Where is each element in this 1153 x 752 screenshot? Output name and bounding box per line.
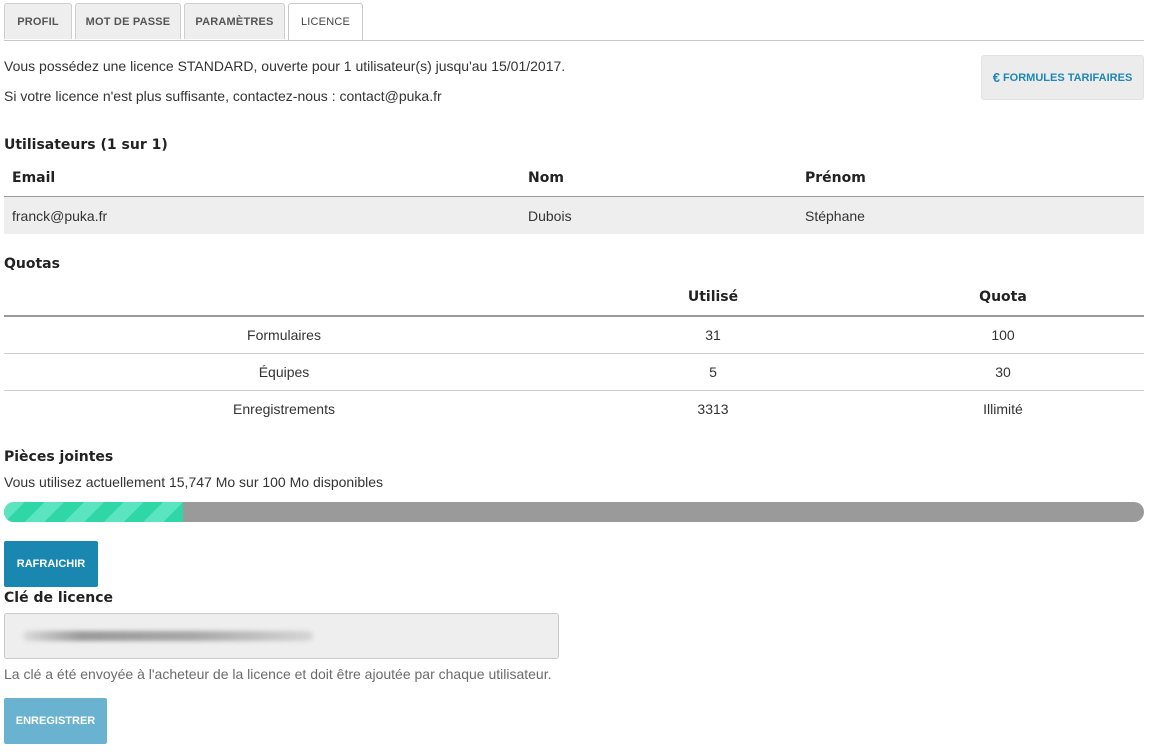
- quota-label-enregistrements: Enregistrements: [233, 401, 335, 417]
- attachments-title: Pièces jointes: [4, 449, 114, 465]
- users-col-prenom: Prénom: [805, 170, 866, 186]
- quotas-col-utilise: Utilisé: [687, 289, 739, 305]
- tab-mot-de-passe[interactable]: MOT DE PASSE: [75, 3, 181, 39]
- users-col-email: Email: [12, 170, 56, 186]
- quotas-col-quota: Quota: [979, 289, 1027, 305]
- users-title: Utilisateurs (1 sur 1): [4, 137, 168, 153]
- quota-limit-enregistrements: Illimité: [983, 401, 1023, 417]
- save-button[interactable]: ENREGISTRER: [4, 698, 107, 744]
- user-nom: Dubois: [528, 208, 572, 224]
- users-col-nom: Nom: [528, 170, 564, 186]
- attachments-usage: Vous utilisez actuellement 15,747 Mo sur…: [4, 474, 383, 490]
- tab-profil[interactable]: PROFIL: [4, 3, 72, 39]
- license-key-input[interactable]: [4, 613, 559, 659]
- table-row[interactable]: franck@puka.fr Dubois Stéphane: [4, 197, 1144, 234]
- quota-used-equipes: 5: [709, 364, 717, 380]
- quota-limit-equipes: 30: [995, 364, 1011, 380]
- storage-progress-bar: [4, 502, 1144, 522]
- quota-used-enregistrements: 3313: [697, 401, 729, 417]
- license-summary: Vous possédez une licence STANDARD, ouve…: [4, 58, 566, 74]
- user-prenom: Stéphane: [805, 208, 865, 224]
- quota-limit-formulaires: 100: [991, 327, 1015, 343]
- tab-bar: PROFIL MOT DE PASSE PARAMÈTRES LICENCE: [4, 3, 1144, 41]
- row-divider: [4, 353, 1144, 354]
- quotas-header-rule: [4, 315, 1144, 317]
- license-key-hint: La clé a été envoyée à l'acheteur de la …: [4, 666, 552, 682]
- contact-text: Si votre licence n'est plus suffisante, …: [4, 88, 442, 104]
- redacted-key: [23, 631, 313, 641]
- refresh-button[interactable]: RAFRAICHIR: [4, 541, 98, 587]
- pricing-plans-label: FORMULES TARIFAIRES: [1002, 71, 1133, 84]
- quota-label-formulaires: Formulaires: [247, 327, 321, 343]
- user-email: franck@puka.fr: [12, 208, 108, 224]
- tab-licence[interactable]: LICENCE: [288, 3, 363, 40]
- tab-parametres[interactable]: PARAMÈTRES: [184, 3, 285, 39]
- row-divider: [4, 390, 1144, 391]
- quota-label-equipes: Équipes: [258, 364, 310, 380]
- storage-progress-fill: [4, 502, 183, 522]
- euro-icon: €: [992, 70, 1000, 85]
- quota-used-formulaires: 31: [705, 327, 721, 343]
- license-key-title: Clé de licence: [4, 590, 113, 606]
- quotas-title: Quotas: [4, 256, 60, 272]
- pricing-plans-button[interactable]: € FORMULES TARIFAIRES: [981, 55, 1144, 100]
